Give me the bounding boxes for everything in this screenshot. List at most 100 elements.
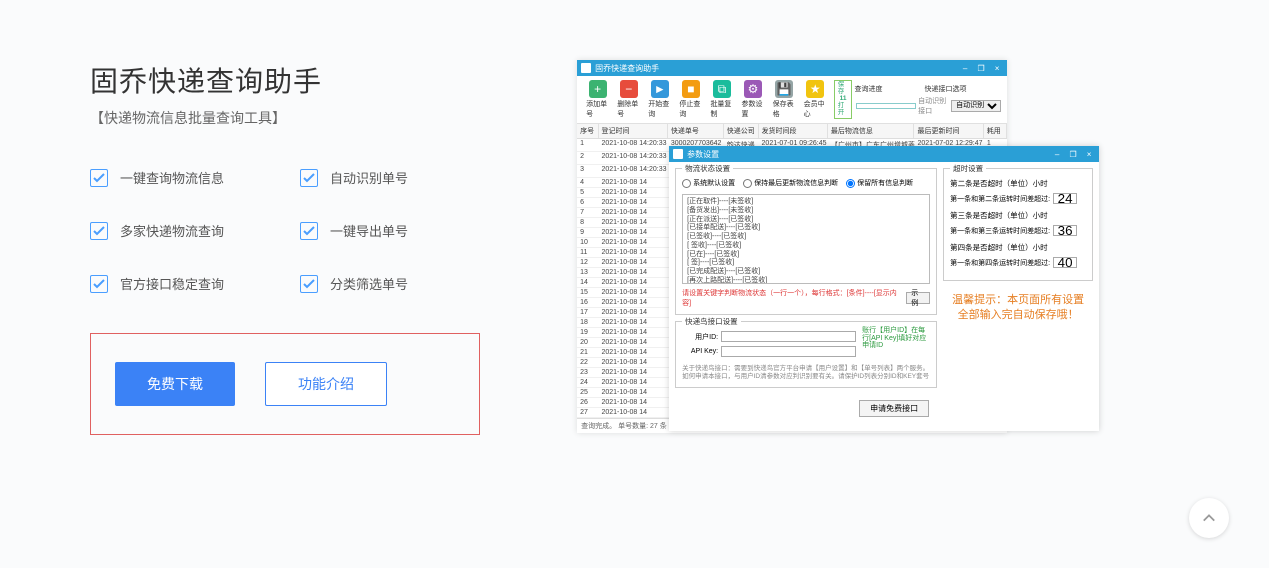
kdn-green-note: 账行【用户ID】在每行[API Key]填好对应申请ID bbox=[862, 327, 930, 361]
toolbar-停止查询[interactable]: ■停止查询 bbox=[676, 80, 705, 119]
settings-minimize-icon[interactable]: – bbox=[1051, 150, 1063, 159]
toolbar-label: 开始查询 bbox=[648, 99, 671, 119]
toolbar-icon: − bbox=[620, 80, 638, 98]
col-最后物流信息[interactable]: 最后物流信息 bbox=[828, 124, 915, 138]
toolbar-icon: + bbox=[589, 80, 607, 98]
check-icon bbox=[300, 222, 318, 240]
apikey-label: API Key: bbox=[682, 348, 718, 355]
feature-item-3: 一键导出单号 bbox=[300, 221, 490, 240]
back-to-top-button[interactable] bbox=[1189, 498, 1229, 538]
window-controls: – ❐ × bbox=[959, 64, 1003, 73]
orange-tip-line1: 温馨提示：本页面所有设置 bbox=[943, 293, 1093, 308]
close-icon[interactable]: × bbox=[991, 64, 1003, 73]
toolbar-会员中心[interactable]: ★会员中心 bbox=[801, 80, 830, 119]
timeout-input-2[interactable] bbox=[1053, 257, 1077, 268]
toolbar-label: 会员中心 bbox=[804, 99, 827, 119]
channel-label: 快递接口选项 bbox=[924, 84, 966, 94]
rule-line: [正在派送]----[已签收] bbox=[687, 216, 925, 225]
settings-window-icon bbox=[673, 149, 683, 159]
col-发货时间段[interactable]: 发货时间段 bbox=[759, 124, 828, 138]
feature-item-0: 一键查询物流信息 bbox=[90, 168, 280, 187]
toolbar-label: 添加单号 bbox=[586, 99, 609, 119]
userid-input[interactable] bbox=[721, 331, 856, 342]
status-hint: 请设置关键字判断物流状态（一行一个），每行格式：[条件]----[显示内容] bbox=[682, 288, 903, 308]
col-快递单号[interactable]: 快递单号 bbox=[668, 124, 724, 138]
toolbar-right: 查询进度快递接口选项自动识别接口自动识别 bbox=[854, 84, 1001, 116]
toolbar-保存表格[interactable]: 💾保存表格 bbox=[770, 80, 799, 119]
toolbar-icon: ⚙ bbox=[744, 80, 762, 98]
toolbar: +添加单号−删除单号►开始查询■停止查询⧉批量复制⚙参数设置💾保存表格★会员中心… bbox=[577, 76, 1007, 124]
minimize-icon[interactable]: – bbox=[959, 64, 971, 73]
radio-input[interactable] bbox=[743, 179, 752, 188]
toolbar-icon: ⧉ bbox=[713, 80, 731, 98]
toolbar-批量复制[interactable]: ⧉批量复制 bbox=[707, 80, 736, 119]
feature-label: 一键导出单号 bbox=[330, 221, 408, 240]
feature-item-5: 分类筛选单号 bbox=[300, 274, 490, 293]
rule-line: [备货发出]----[未签收] bbox=[687, 207, 925, 216]
features-button[interactable]: 功能介绍 bbox=[265, 362, 387, 406]
toolbar-删除单号[interactable]: −删除单号 bbox=[614, 80, 643, 119]
apply-free-api-button[interactable]: 申请免费接口 bbox=[859, 400, 929, 417]
channel-select[interactable]: 自动识别 bbox=[951, 100, 1001, 112]
col-序号[interactable]: 序号 bbox=[577, 124, 598, 138]
timeout-label-0: 第一条和第二条运转时间差超过: bbox=[950, 194, 1050, 204]
rule-line: [已在]----[已签收] bbox=[687, 251, 925, 260]
page-subtitle: 【快递物流信息批量查询工具】 bbox=[90, 108, 517, 128]
settings-close-icon[interactable]: × bbox=[1083, 150, 1095, 159]
toolbar-save-open-cluster[interactable]: 保存11打开 bbox=[834, 80, 853, 118]
grid-header: 序号登记时间快递单号快递公司发货时间段最后物流信息最后更新时间耗用 bbox=[577, 124, 1007, 139]
progress-value: 自动识别接口 bbox=[918, 96, 949, 116]
check-icon bbox=[90, 275, 108, 293]
timeout-label-1: 第一条和第三条运转时间差超过: bbox=[950, 226, 1050, 236]
toolbar-label: 停止查询 bbox=[679, 99, 702, 119]
col-耗用[interactable]: 耗用 bbox=[984, 124, 1007, 138]
status-panel: 物流状态设置 系统默认设置保持最后更新物流信息判断保留所有信息判断 [正在取件]… bbox=[675, 168, 937, 315]
app-titlebar[interactable]: 固乔快递查询助手 – ❐ × bbox=[577, 60, 1007, 76]
kdn-gray-note: 关于快递鸟接口：需要到快递鸟官方平台申请【用户设置】和【单号列表】两个服务。如何… bbox=[682, 365, 930, 381]
settings-title: 参数设置 bbox=[687, 149, 719, 160]
col-登记时间[interactable]: 登记时间 bbox=[599, 124, 668, 138]
rule-line: [ 签收]----[已签收] bbox=[687, 242, 925, 251]
example-button[interactable]: 示例 bbox=[906, 292, 930, 304]
radio-input[interactable] bbox=[682, 179, 691, 188]
orange-tip: 温馨提示：本页面所有设置 全部输入完自动保存哦！ bbox=[943, 293, 1093, 324]
rule-line: [正在取件]----[未签收] bbox=[687, 198, 925, 207]
status-radio-0[interactable]: 系统默认设置 bbox=[682, 178, 735, 188]
status-panel-legend: 物流状态设置 bbox=[682, 163, 733, 174]
download-button[interactable]: 免费下载 bbox=[115, 362, 235, 406]
toolbar-添加单号[interactable]: +添加单号 bbox=[583, 80, 612, 119]
timeout-input-0[interactable] bbox=[1053, 193, 1077, 204]
status-radio-1[interactable]: 保持最后更新物流信息判断 bbox=[743, 178, 838, 188]
rule-line: [ 签]----[已签收] bbox=[687, 259, 925, 268]
toolbar-label: 删除单号 bbox=[617, 99, 640, 119]
toolbar-icon: ■ bbox=[682, 80, 700, 98]
feature-label: 自动识别单号 bbox=[330, 168, 408, 187]
rule-line: [已完成配送]----[已签收] bbox=[687, 268, 925, 277]
feature-label: 多家快递物流查询 bbox=[120, 221, 224, 240]
timeout-input-1[interactable] bbox=[1053, 225, 1077, 236]
apikey-input[interactable] bbox=[721, 346, 856, 357]
rule-line: [已接单配送]----[已签收] bbox=[687, 224, 925, 233]
timeout-panel-legend: 超时设置 bbox=[950, 163, 986, 174]
settings-maximize-icon[interactable]: ❐ bbox=[1067, 150, 1079, 159]
toolbar-icon: ★ bbox=[806, 80, 824, 98]
radio-input[interactable] bbox=[846, 179, 855, 188]
toolbar-开始查询[interactable]: ►开始查询 bbox=[645, 80, 674, 119]
feature-item-1: 自动识别单号 bbox=[300, 168, 490, 187]
timeout-label-2: 第一条和第四条运转时间差超过: bbox=[950, 258, 1050, 268]
status-radio-2[interactable]: 保留所有信息判断 bbox=[846, 178, 913, 188]
toolbar-label: 批量复制 bbox=[710, 99, 733, 119]
page-title: 固乔快递查询助手 bbox=[90, 60, 517, 100]
status-rule-list[interactable]: [正在取件]----[未签收][备货发出]----[未签收][正在派送]----… bbox=[682, 194, 930, 284]
toolbar-参数设置[interactable]: ⚙参数设置 bbox=[739, 80, 768, 119]
toolbar-label: 参数设置 bbox=[742, 99, 765, 119]
settings-titlebar[interactable]: 参数设置 – ❐ × bbox=[669, 146, 1099, 162]
progress-bar bbox=[856, 103, 916, 109]
maximize-icon[interactable]: ❐ bbox=[975, 64, 987, 73]
col-最后更新时间[interactable]: 最后更新时间 bbox=[914, 124, 983, 138]
toolbar-icon: ► bbox=[651, 80, 669, 98]
col-快递公司[interactable]: 快递公司 bbox=[724, 124, 759, 138]
feature-label: 分类筛选单号 bbox=[330, 274, 408, 293]
timeout-head-1: 第三条是否超时（单位）小时 bbox=[950, 210, 1086, 221]
toolbar-icon: 💾 bbox=[775, 80, 793, 98]
